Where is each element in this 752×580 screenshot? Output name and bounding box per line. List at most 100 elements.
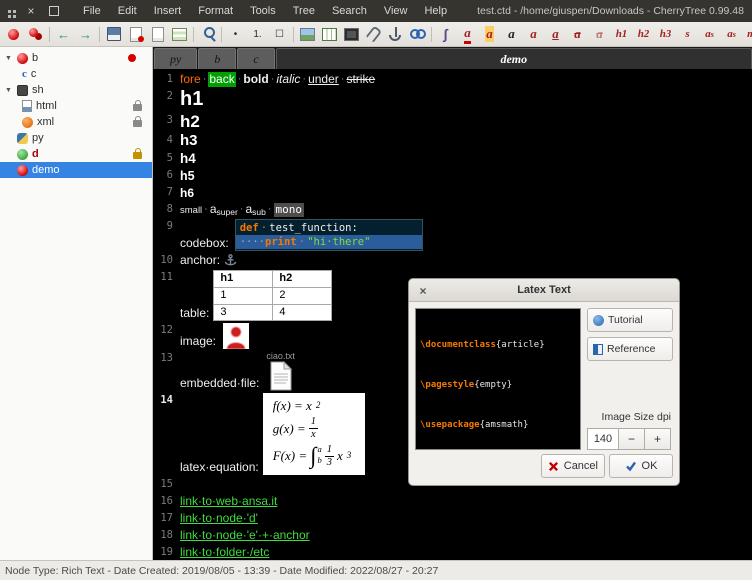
expander-icon[interactable]: ▼ [4,55,13,62]
expander-icon[interactable]: ▼ [4,87,13,94]
insert-image-icon[interactable] [297,24,318,44]
bulleted-list-icon[interactable]: • [225,24,246,44]
node-properties-icon[interactable] [169,24,190,44]
tree-node-d[interactable]: d [0,146,152,162]
cancel-button[interactable]: Cancel [541,454,605,478]
reference-button[interactable]: Reference [587,337,673,361]
tree-node-html[interactable]: html [0,98,152,114]
bookmark-dot-icon [128,54,136,62]
ok-button[interactable]: OK [609,454,673,478]
reference-icon [593,344,603,355]
lock-icon [133,104,142,111]
new-subnode-icon[interactable] [25,24,46,44]
anchor-icon[interactable] [224,254,237,267]
menu-item[interactable]: Edit [110,2,145,20]
tree-node-py[interactable]: py [0,130,152,146]
dialog-close-button[interactable]: × [414,282,432,300]
tab-demo[interactable]: demo [276,48,752,69]
node-link[interactable]: link·to·node·'d' [180,511,258,526]
find-icon[interactable] [197,24,218,44]
python-icon [17,133,28,144]
menu-item[interactable]: File [75,2,109,20]
status-text: Node Type: Rich Text - Date Created: 201… [5,565,438,577]
heading-3: h3 [180,133,198,149]
menu-item[interactable]: Help [416,2,455,20]
close-window-button[interactable]: × [24,4,38,18]
new-node-icon[interactable] [3,24,24,44]
table-label: table: [180,306,209,321]
heading-1: h1 [180,89,203,111]
foreground-color-icon[interactable]: a [457,24,478,44]
node-anchor-link[interactable]: link·to·node·'e'·+·anchor [180,528,310,543]
menu-item[interactable]: Search [324,2,375,20]
copy-node-icon[interactable] [147,24,168,44]
separator [99,27,100,42]
latex-equation-image[interactable]: f(x) = x2 g(x) =1x F(x) =∫ab13x3 [263,393,366,474]
superscript-icon[interactable]: as [699,24,720,44]
go-back-icon[interactable]: ← [53,24,74,44]
codebox[interactable]: def·test_function: ····print·"hi·there" [235,219,423,251]
small-icon[interactable]: s [677,24,698,44]
tree-node-b[interactable]: ▼ b [0,50,152,66]
tab-py[interactable]: py [154,48,197,69]
go-forward-icon[interactable]: → [75,24,96,44]
maximize-window-button[interactable] [47,4,61,18]
bookmark-node-icon[interactable] [125,24,146,44]
clear-format-icon[interactable]: a [589,24,610,44]
tree-node-demo[interactable]: demo [0,162,152,178]
tree-node-c[interactable]: c c [0,66,152,82]
heading-2: h2 [180,113,200,131]
fore-colored-text: fore [180,72,201,87]
italic-icon[interactable]: a [523,24,544,44]
menu-item[interactable]: Format [190,2,241,20]
tree-node-sh[interactable]: ▼ sh [0,82,152,98]
insert-link-icon[interactable] [407,24,428,44]
tutorial-button[interactable]: Tutorial [587,308,673,332]
toolbar: ←→•1.☐∫aaaaaaah1h2h3sasasms [0,22,752,47]
todo-list-icon[interactable]: ☐ [269,24,290,44]
embedded-file-label: embedded·file: [180,376,259,391]
web-link[interactable]: link·to·web·ansa.it [180,494,277,509]
terminal-icon [17,85,28,96]
insert-codebox-icon[interactable] [341,24,362,44]
lock-icon [133,120,142,127]
save-icon[interactable] [103,24,124,44]
strikethrough-icon[interactable]: a [567,24,588,44]
folder-link[interactable]: link·to·folder·/etc [180,545,269,560]
xml-file-icon [22,117,33,128]
app-menu-icon[interactable] [8,10,11,13]
insert-latex-icon[interactable]: ∫ [435,24,456,44]
window-controls: × [8,4,61,18]
insert-anchor-icon[interactable] [385,24,406,44]
underline-icon[interactable]: a [545,24,566,44]
dpi-decrease-button[interactable]: − [619,428,645,450]
tree-node-label: py [32,132,44,144]
attach-file-icon[interactable] [363,24,384,44]
menu-item[interactable]: Tools [242,2,284,20]
insert-table-icon[interactable] [319,24,340,44]
background-color-icon[interactable]: a [479,24,500,44]
separator [431,27,432,42]
h1-icon[interactable]: h1 [611,24,632,44]
h2-icon[interactable]: h2 [633,24,654,44]
h3-icon[interactable]: h3 [655,24,676,44]
embedded-table[interactable]: h1h2 12 34 [213,270,332,321]
embedded-image[interactable] [223,323,249,349]
ok-check-icon [625,460,637,472]
numbered-list-icon[interactable]: 1. [247,24,268,44]
latex-label: latex·equation: [180,460,259,475]
tab-b[interactable]: b [198,48,236,69]
latex-source-editor[interactable]: \documentclass{article} \pagestyle{empty… [415,308,581,450]
menu-item[interactable]: Insert [146,2,190,20]
c-node-icon: c [22,69,27,80]
tree-node-xml[interactable]: xml [0,114,152,130]
dpi-value[interactable]: 140 [587,428,619,450]
dpi-increase-button[interactable]: + [645,428,671,450]
tab-c[interactable]: c [237,48,274,69]
monospace-icon[interactable]: ms [743,24,752,44]
bold-icon[interactable]: a [501,24,522,44]
embedded-file[interactable]: ciao.txt [266,351,295,391]
subscript-icon[interactable]: as [721,24,742,44]
menu-item[interactable]: View [376,2,416,20]
menu-item[interactable]: Tree [285,2,323,20]
